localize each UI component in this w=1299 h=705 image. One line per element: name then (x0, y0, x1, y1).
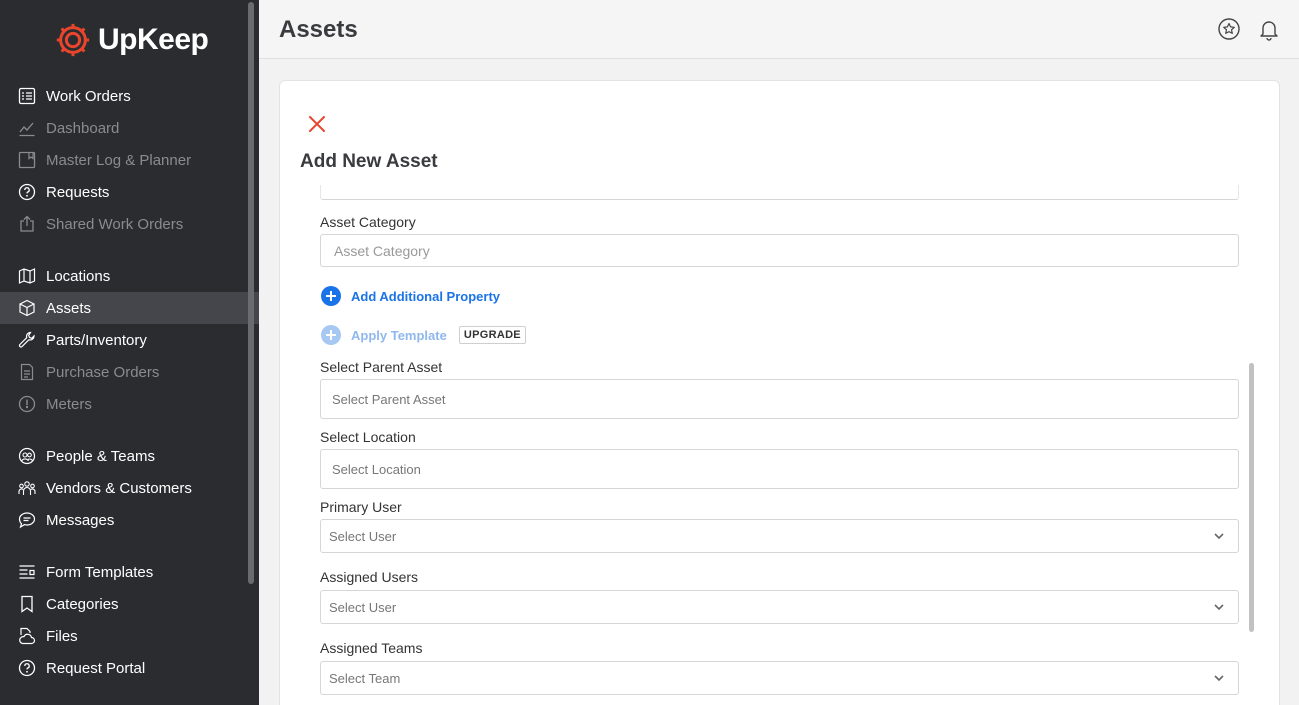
bell-icon[interactable] (1257, 17, 1281, 41)
add-property-label: Add Additional Property (351, 288, 501, 304)
assigned-users-label: Assigned Users (320, 569, 419, 585)
people-icon (18, 447, 36, 465)
form-scrollbar[interactable] (1249, 363, 1254, 632)
sidebar-item-label: Request Portal (46, 659, 146, 677)
chart-line-icon (18, 119, 36, 137)
question-circle-icon (18, 183, 36, 201)
add-additional-property-button[interactable]: Add Additional Property (321, 286, 500, 306)
sidebar-item-people-teams[interactable]: People & Teams (0, 440, 259, 472)
primary-user-placeholder: Select User (329, 528, 397, 544)
sidebar-item-meters[interactable]: Meters (0, 388, 259, 420)
assigned-teams-select[interactable]: Select Team (320, 661, 1239, 695)
sidebar-item-work-orders[interactable]: Work Orders (0, 80, 259, 112)
sidebar-item-label: Purchase Orders (46, 363, 160, 381)
sidebar-item-categories[interactable]: Categories (0, 588, 259, 620)
logo-text: UpKeep (98, 23, 209, 56)
list-icon (18, 87, 36, 105)
asset-category-input[interactable]: Asset Category (320, 234, 1239, 267)
chat-icon (18, 511, 36, 529)
document-icon (18, 363, 36, 381)
parent-asset-placeholder: Select Parent Asset (332, 391, 446, 407)
gear-logo-icon (56, 23, 90, 57)
assigned-teams-placeholder: Select Team (329, 670, 401, 686)
sidebar-item-label: Shared Work Orders (46, 215, 184, 233)
bookmark-icon (18, 595, 36, 613)
group-icon (18, 479, 36, 497)
sidebar-item-label: People & Teams (46, 447, 155, 465)
plus-circle-icon (321, 286, 341, 306)
sidebar-item-vendors-customers[interactable]: Vendors & Customers (0, 472, 259, 504)
sidebar-item-parts-inventory[interactable]: Parts/Inventory (0, 324, 259, 356)
share-icon (18, 215, 36, 233)
primary-user-label: Primary User (320, 499, 402, 515)
sidebar-item-label: Dashboard (46, 119, 120, 137)
wrench-icon (18, 331, 36, 349)
chevron-down-icon (1214, 675, 1224, 682)
sidebar-item-locations[interactable]: Locations (0, 260, 259, 292)
sidebar-item-label: Master Log & Planner (46, 151, 192, 169)
assigned-users-placeholder: Select User (329, 599, 397, 615)
sidebar-item-label: Assets (46, 299, 92, 317)
partial-input-field[interactable] (320, 185, 1239, 200)
parent-asset-input[interactable]: Select Parent Asset (320, 379, 1239, 419)
asset-category-placeholder: Asset Category (334, 242, 430, 259)
location-label: Select Location (320, 429, 416, 445)
parent-asset-label: Select Parent Asset (320, 359, 443, 375)
plus-circle-icon (321, 325, 341, 345)
apply-template-button[interactable]: Apply Template UPGRADE (321, 325, 526, 345)
form-icon (18, 563, 36, 581)
sidebar-item-label: Work Orders (46, 87, 131, 105)
sidebar-item-label: Categories (46, 595, 119, 613)
chevron-down-icon (1214, 533, 1224, 540)
sidebar-item-dashboard[interactable]: Dashboard (0, 112, 259, 144)
map-icon (18, 267, 36, 285)
page-header: Assets (259, 0, 1299, 59)
sidebar-item-messages[interactable]: Messages (0, 504, 259, 536)
sidebar-item-master-log[interactable]: Master Log & Planner (0, 144, 259, 176)
close-icon[interactable] (307, 114, 327, 134)
sidebar-item-label: Parts/Inventory (46, 331, 147, 349)
sidebar-item-label: Form Templates (46, 563, 154, 581)
assigned-teams-label: Assigned Teams (320, 640, 423, 656)
gauge-icon (18, 395, 36, 413)
cube-icon (18, 299, 36, 317)
sidebar-item-label: Vendors & Customers (46, 479, 192, 497)
sidebar-item-form-templates[interactable]: Form Templates (0, 556, 259, 588)
sidebar-item-label: Files (46, 627, 78, 645)
sidebar-item-requests[interactable]: Requests (0, 176, 259, 208)
sidebar-item-label: Locations (46, 267, 111, 285)
sidebar-item-label: Requests (46, 183, 110, 201)
upgrade-badge[interactable]: UPGRADE (458, 326, 526, 344)
sidebar-item-assets[interactable]: Assets (0, 292, 259, 324)
location-placeholder: Select Location (332, 461, 421, 477)
sidebar-item-shared-work-orders[interactable]: Shared Work Orders (0, 208, 259, 240)
sidebar-item-files[interactable]: Files (0, 620, 259, 652)
sidebar-item-request-portal[interactable]: Request Portal (0, 652, 259, 684)
question-circle-icon (18, 659, 36, 677)
upkeep-logo[interactable]: UpKeep (54, 20, 209, 60)
cloud-file-icon (18, 627, 36, 645)
sidebar-item-purchase-orders[interactable]: Purchase Orders (0, 356, 259, 388)
add-asset-card: Add New Asset Asset Category Asset Categ… (279, 80, 1280, 705)
asset-category-label: Asset Category (320, 214, 416, 230)
chevron-down-icon (1214, 604, 1224, 611)
assigned-users-select[interactable]: Select User (320, 590, 1239, 624)
planner-icon (18, 151, 36, 169)
sidebar-item-label: Meters (46, 395, 92, 413)
apply-template-label: Apply Template (351, 327, 447, 343)
primary-user-select[interactable]: Select User (320, 519, 1239, 553)
sidebar-item-label: Messages (46, 511, 115, 529)
form-title: Add New Asset (300, 151, 438, 172)
page-title: Assets (279, 16, 358, 43)
star-icon[interactable] (1217, 17, 1241, 41)
sidebar-scrollbar[interactable] (248, 2, 254, 584)
location-input[interactable]: Select Location (320, 449, 1239, 489)
sidebar: UpKeep Work Orders Dashboard Master Log … (0, 0, 259, 705)
